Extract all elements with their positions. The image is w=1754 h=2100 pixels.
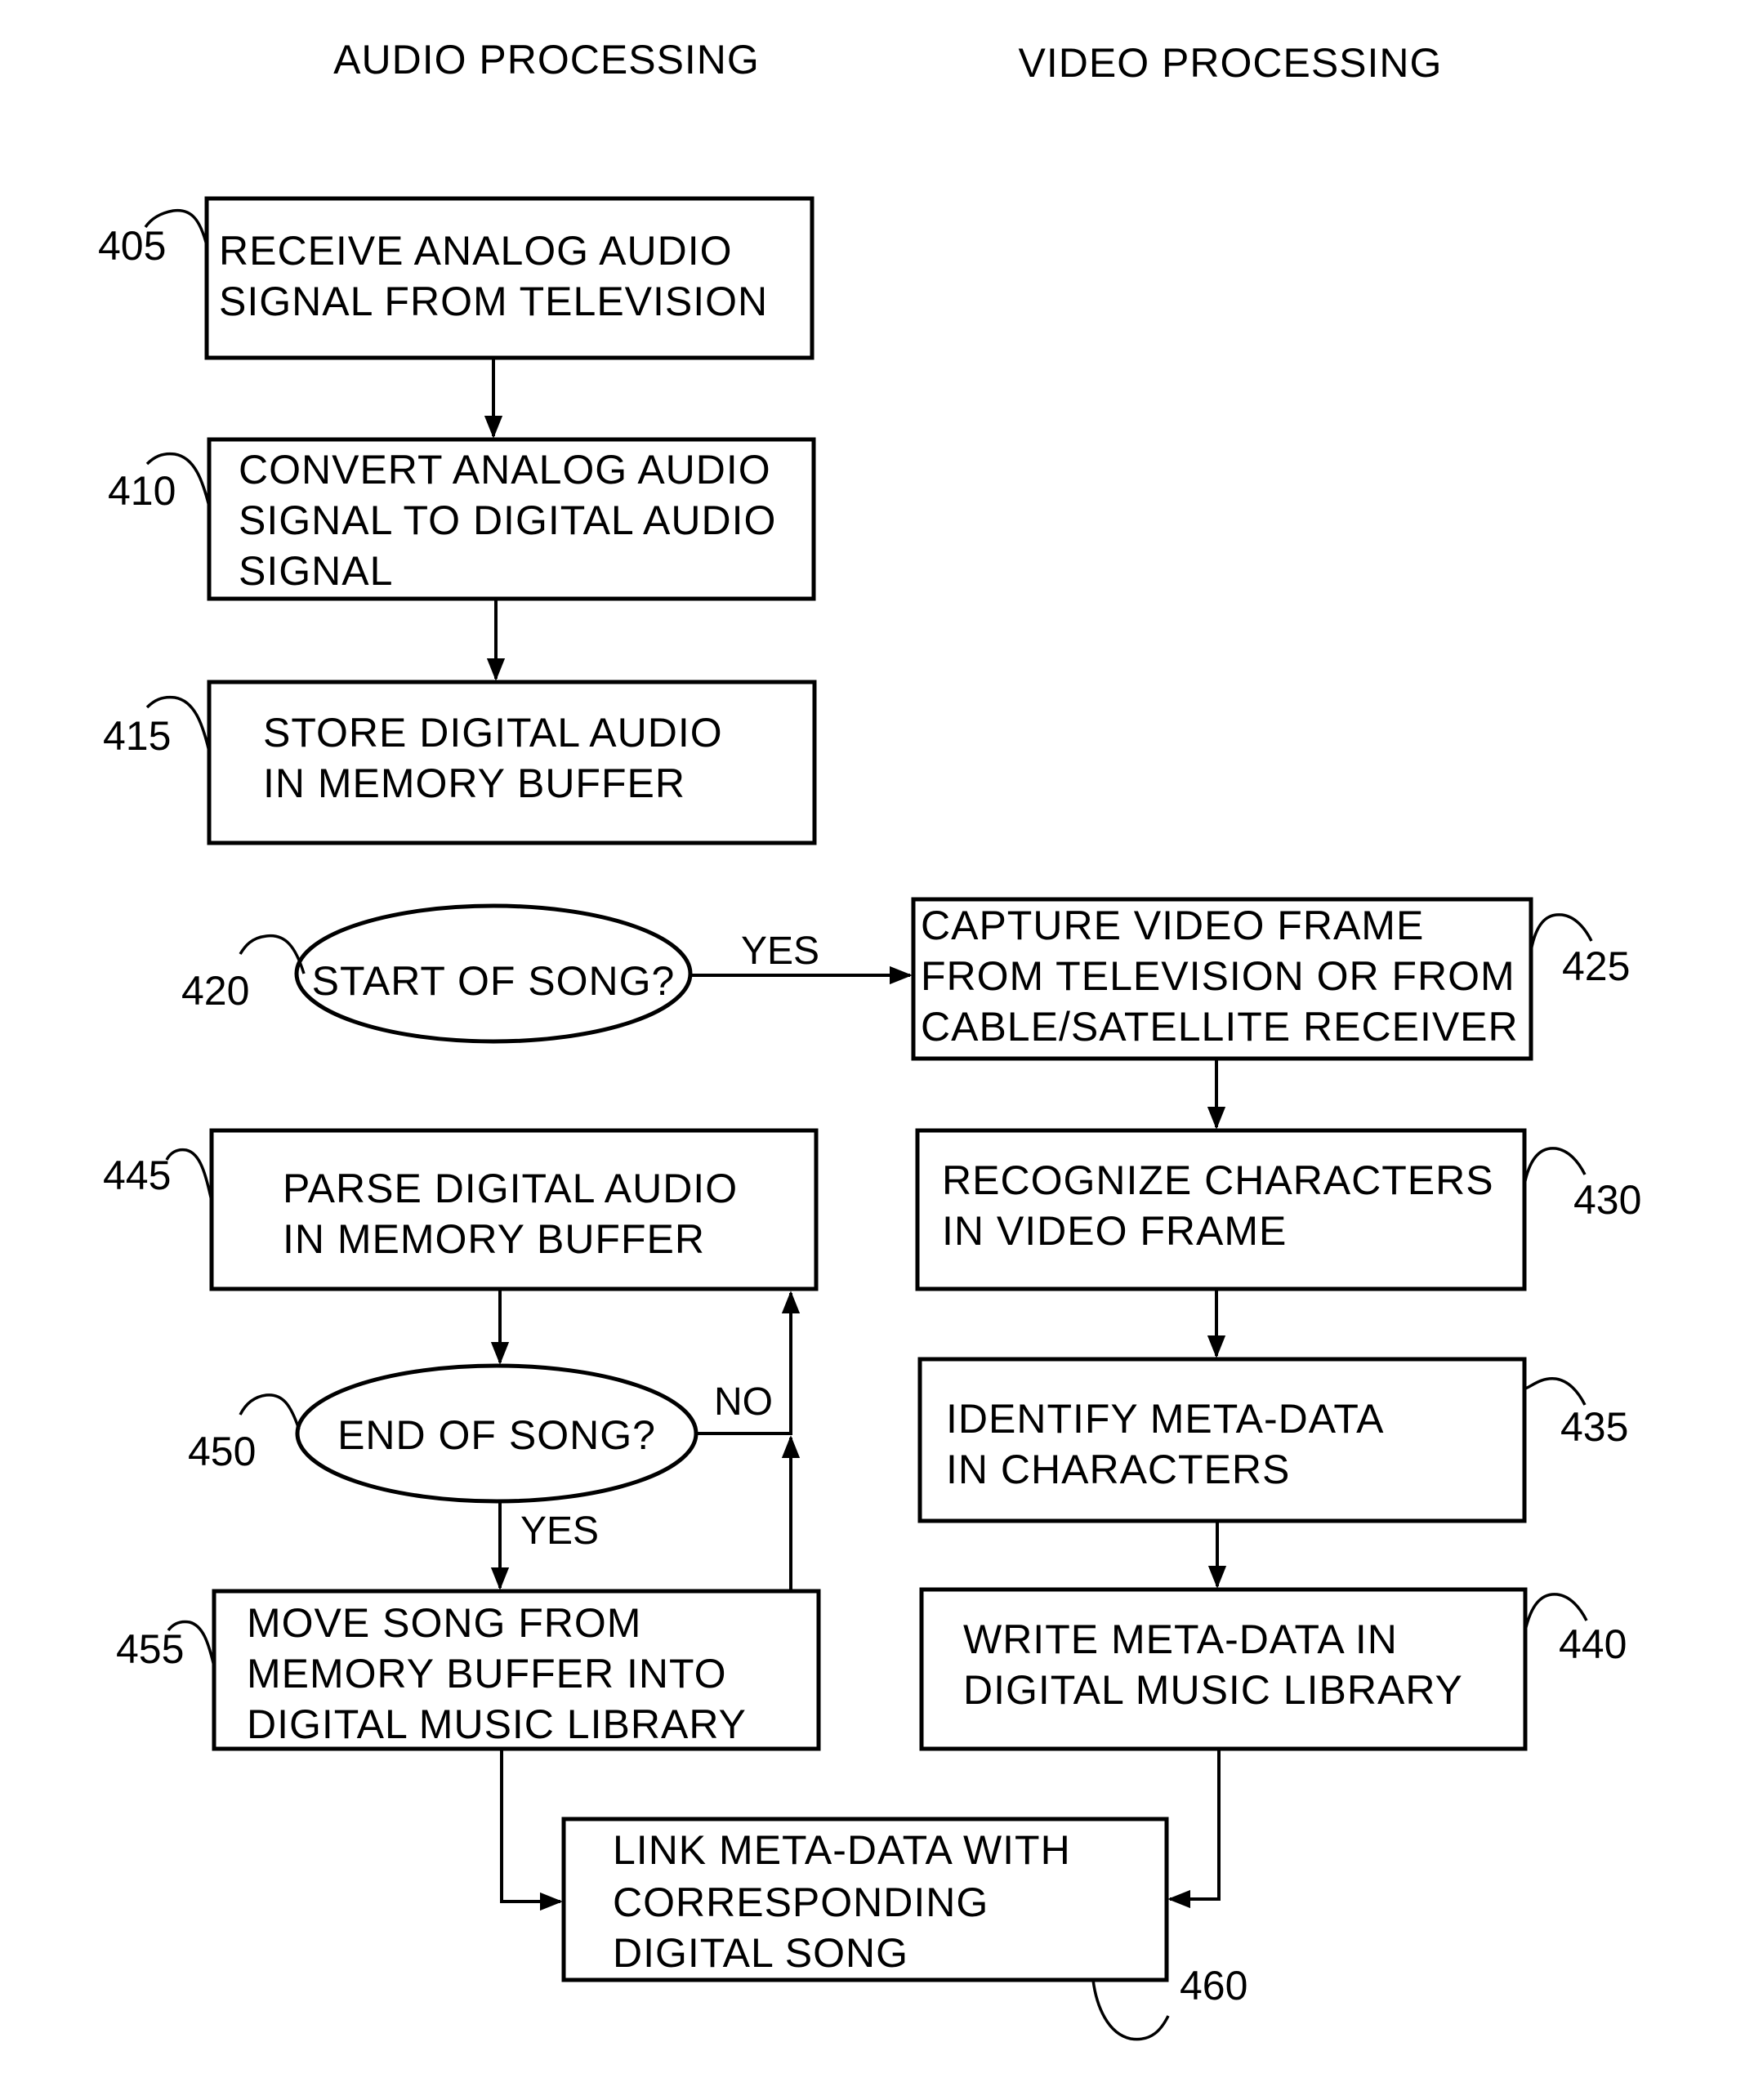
step-410-line-1: CONVERT ANALOG AUDIO [239, 447, 771, 493]
decision-420-label: START OF SONG? [312, 958, 676, 1004]
step-445-line-2: IN MEMORY BUFFER [283, 1216, 705, 1262]
flowchart: AUDIO PROCESSING VIDEO PROCESSING RECEIV… [98, 37, 1641, 2041]
ref-460: 460 [1180, 1963, 1247, 2009]
ref-415: 415 [103, 713, 171, 759]
decision-450-label: END OF SONG? [337, 1412, 656, 1458]
step-435-identify-metadata: IDENTIFY META-DATA IN CHARACTERS 435 [917, 1357, 1628, 1523]
step-410-convert-audio: CONVERT ANALOG AUDIO SIGNAL TO DIGITAL A… [108, 437, 816, 601]
step-405-line-2: SIGNAL FROM TELEVISION [219, 279, 768, 324]
ref-410: 410 [108, 468, 176, 514]
step-460-line-3: DIGITAL SONG [613, 1930, 908, 1976]
step-425-line-3: CABLE/SATELLITE RECEIVER [921, 1004, 1519, 1050]
step-425-line-1: CAPTURE VIDEO FRAME [921, 903, 1424, 948]
ref-435: 435 [1560, 1404, 1628, 1450]
ref-450-leader [239, 1393, 301, 1430]
step-430-line-2: IN VIDEO FRAME [942, 1208, 1287, 1254]
ref-420: 420 [181, 968, 249, 1014]
video-processing-header: VIDEO PROCESSING [1019, 40, 1443, 86]
step-455-line-3: DIGITAL MUSIC LIBRARY [247, 1701, 747, 1747]
step-410-line-2: SIGNAL TO DIGITAL AUDIO [239, 497, 776, 543]
step-405-line-1: RECEIVE ANALOG AUDIO [219, 228, 733, 274]
ref-455: 455 [116, 1626, 184, 1672]
edge-label-start-yes: YES [741, 930, 819, 973]
step-440-line-2: DIGITAL MUSIC LIBRARY [963, 1667, 1463, 1713]
decision-420-start-of-song: START OF SONG? 420 [181, 903, 693, 1044]
step-460-line-2: CORRESPONDING [613, 1879, 989, 1925]
ref-445-leader [165, 1148, 213, 1202]
step-445-line-1: PARSE DIGITAL AUDIO [283, 1166, 738, 1211]
step-460-link-metadata: LINK META-DATA WITH CORRESPONDING DIGITA… [561, 1817, 1247, 2041]
step-415-line-2: IN MEMORY BUFFER [263, 760, 685, 806]
step-440-line-1: WRITE META-DATA IN [963, 1616, 1398, 1662]
ref-425: 425 [1562, 943, 1630, 989]
ref-440: 440 [1559, 1621, 1627, 1667]
step-455-line-1: MOVE SONG FROM [247, 1600, 641, 1646]
ref-430: 430 [1573, 1177, 1641, 1223]
edge-label-end-yes: YES [520, 1509, 599, 1553]
step-405-receive-audio: RECEIVE ANALOG AUDIO SIGNAL FROM TELEVIS… [98, 196, 815, 360]
decision-450-end-of-song: END OF SONG? 450 [188, 1363, 698, 1504]
arrow-440-to-460 [1167, 1749, 1221, 1909]
ref-450: 450 [188, 1429, 256, 1474]
step-455-move-song: MOVE SONG FROM MEMORY BUFFER INTO DIGITA… [116, 1589, 821, 1751]
step-445-parse-audio: PARSE DIGITAL AUDIO IN MEMORY BUFFER 445 [103, 1128, 819, 1291]
step-455-line-2: MEMORY BUFFER INTO [247, 1651, 727, 1696]
step-435-line-2: IN CHARACTERS [946, 1447, 1290, 1492]
step-440-write-metadata: WRITE META-DATA IN DIGITAL MUSIC LIBRARY… [919, 1587, 1627, 1751]
ref-405: 405 [98, 223, 166, 269]
step-460-line-1: LINK META-DATA WITH [613, 1827, 1071, 1873]
step-425-capture-video-frame: CAPTURE VIDEO FRAME FROM TELEVISION OR F… [911, 897, 1630, 1061]
edge-label-end-no: NO [714, 1380, 773, 1424]
ref-420-leader [239, 934, 306, 974]
step-430-line-1: RECOGNIZE CHARACTERS [942, 1157, 1494, 1203]
step-410-line-3: SIGNAL [239, 548, 393, 594]
ref-435-leader [1524, 1377, 1587, 1406]
step-415-store-audio: STORE DIGITAL AUDIO IN MEMORY BUFFER 415 [103, 680, 817, 845]
ref-460-leader [1091, 1979, 1170, 2041]
step-415-line-1: STORE DIGITAL AUDIO [263, 710, 723, 756]
step-435-line-1: IDENTIFY META-DATA [946, 1396, 1385, 1442]
ref-445: 445 [103, 1153, 171, 1198]
step-425-line-2: FROM TELEVISION OR FROM [921, 953, 1515, 999]
step-430-recognize-characters: RECOGNIZE CHARACTERS IN VIDEO FRAME 430 [915, 1128, 1641, 1291]
audio-processing-header: AUDIO PROCESSING [333, 37, 760, 82]
arrow-455-to-460 [500, 1749, 563, 1911]
